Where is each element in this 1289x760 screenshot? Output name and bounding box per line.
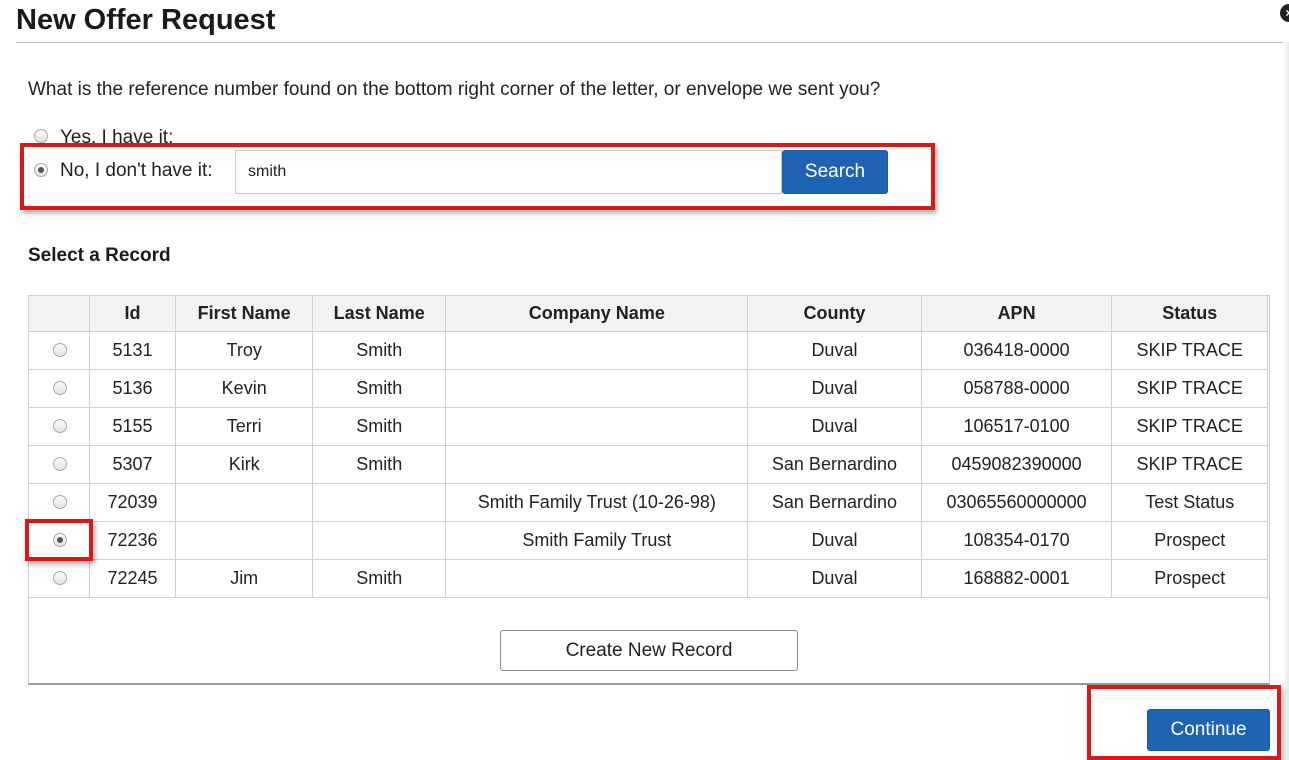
records-table: Id First Name Last Name Company Name Cou… bbox=[28, 295, 1268, 598]
cell-last-name bbox=[311, 483, 447, 522]
cell-first-name: Jim bbox=[175, 559, 313, 598]
cell-county: Duval bbox=[747, 331, 922, 370]
row-select-radio[interactable] bbox=[53, 457, 67, 471]
cell-apn: 058788-0000 bbox=[920, 369, 1113, 408]
cell-last-name: Smith bbox=[311, 445, 447, 484]
cell-last-name bbox=[311, 521, 447, 560]
cell-apn: 108354-0170 bbox=[920, 521, 1113, 560]
row-select-radio[interactable] bbox=[53, 381, 67, 395]
cell-id: 72039 bbox=[88, 483, 177, 522]
cell-id: 72245 bbox=[88, 559, 177, 598]
option-no-label: No, I don't have it: bbox=[60, 160, 213, 181]
cell-status: Prospect bbox=[1111, 521, 1268, 560]
row-select-cell bbox=[28, 559, 90, 598]
cell-last-name: Smith bbox=[311, 331, 447, 370]
table-row[interactable]: 5136 Kevin Smith Duval 058788-0000 SKIP … bbox=[28, 369, 1268, 408]
row-select-cell bbox=[28, 445, 90, 484]
table-row[interactable]: 5307 Kirk Smith San Bernardino 045908239… bbox=[28, 445, 1268, 484]
cell-status: Prospect bbox=[1111, 559, 1268, 598]
section-title: Select a Record bbox=[28, 245, 171, 266]
cell-last-name: Smith bbox=[311, 407, 447, 446]
cell-apn: 168882-0001 bbox=[920, 559, 1113, 598]
cell-company-name: Smith Family Trust (10-26-98) bbox=[445, 483, 749, 522]
cell-apn: 03065560000000 bbox=[920, 483, 1113, 522]
cell-company-name bbox=[445, 559, 749, 598]
row-select-cell bbox=[28, 331, 90, 370]
cell-first-name bbox=[175, 483, 313, 522]
cell-status: SKIP TRACE bbox=[1111, 445, 1268, 484]
column-header-status: Status bbox=[1111, 295, 1268, 332]
column-header-id: Id bbox=[88, 295, 177, 332]
table-row[interactable]: 72245 Jim Smith Duval 168882-0001 Prospe… bbox=[28, 559, 1268, 598]
cell-status: Test Status bbox=[1111, 483, 1268, 522]
cell-first-name: Troy bbox=[175, 331, 313, 370]
cell-id: 5155 bbox=[88, 407, 177, 446]
cell-status: SKIP TRACE bbox=[1111, 369, 1268, 408]
column-header-apn: APN bbox=[920, 295, 1113, 332]
column-header-last-name: Last Name bbox=[311, 295, 447, 332]
cell-apn: 036418-0000 bbox=[920, 331, 1113, 370]
cell-last-name: Smith bbox=[311, 559, 447, 598]
row-select-radio[interactable] bbox=[53, 571, 67, 585]
table-row[interactable]: 72039 Smith Family Trust (10-26-98) San … bbox=[28, 483, 1268, 522]
cell-county: Duval bbox=[747, 407, 922, 446]
table-header-row: Id First Name Last Name Company Name Cou… bbox=[28, 295, 1268, 332]
column-header-company-name: Company Name bbox=[445, 295, 749, 332]
row-select-radio[interactable] bbox=[53, 533, 67, 547]
cell-company-name bbox=[445, 445, 749, 484]
row-select-radio[interactable] bbox=[53, 495, 67, 509]
cell-first-name: Terri bbox=[175, 407, 313, 446]
radio-yes-have-it[interactable] bbox=[34, 129, 48, 143]
row-select-cell bbox=[28, 521, 90, 560]
cell-apn: 0459082390000 bbox=[920, 445, 1113, 484]
row-select-cell bbox=[28, 483, 90, 522]
dialog-edge-shadow bbox=[1283, 42, 1289, 760]
cell-company-name bbox=[445, 369, 749, 408]
column-header-county: County bbox=[747, 295, 922, 332]
column-header-select bbox=[28, 295, 90, 332]
search-input[interactable] bbox=[235, 150, 782, 194]
reference-question: What is the reference number found on th… bbox=[28, 79, 881, 100]
cell-first-name bbox=[175, 521, 313, 560]
cell-county: Duval bbox=[747, 521, 922, 560]
cell-company-name: Smith Family Trust bbox=[445, 521, 749, 560]
title-divider bbox=[16, 42, 1289, 43]
continue-button[interactable]: Continue bbox=[1147, 709, 1270, 751]
create-new-record-button[interactable]: Create New Record bbox=[500, 630, 798, 671]
column-header-first-name: First Name bbox=[175, 295, 313, 332]
table-row[interactable]: 5131 Troy Smith Duval 036418-0000 SKIP T… bbox=[28, 331, 1268, 370]
search-button[interactable]: Search bbox=[782, 150, 888, 194]
cell-id: 5131 bbox=[88, 331, 177, 370]
dialog-title: New Offer Request bbox=[16, 4, 276, 36]
close-icon[interactable]: × bbox=[1280, 4, 1289, 22]
row-select-radio[interactable] bbox=[53, 343, 67, 357]
cell-id: 72236 bbox=[88, 521, 177, 560]
option-yes-label: Yes, I have it: bbox=[60, 127, 174, 144]
cell-status: SKIP TRACE bbox=[1111, 331, 1268, 370]
cell-last-name: Smith bbox=[311, 369, 447, 408]
cell-county: Duval bbox=[747, 369, 922, 408]
cell-status: SKIP TRACE bbox=[1111, 407, 1268, 446]
records-table-container: Id First Name Last Name Company Name Cou… bbox=[28, 295, 1270, 685]
cell-company-name bbox=[445, 331, 749, 370]
row-select-cell bbox=[28, 407, 90, 446]
cell-county: Duval bbox=[747, 559, 922, 598]
cell-county: San Bernardino bbox=[747, 445, 922, 484]
cell-id: 5136 bbox=[88, 369, 177, 408]
cell-company-name bbox=[445, 407, 749, 446]
radio-no-dont-have-it[interactable] bbox=[34, 163, 48, 177]
cell-apn: 106517-0100 bbox=[920, 407, 1113, 446]
cell-county: San Bernardino bbox=[747, 483, 922, 522]
cell-id: 5307 bbox=[88, 445, 177, 484]
row-select-cell bbox=[28, 369, 90, 408]
cell-first-name: Kirk bbox=[175, 445, 313, 484]
row-select-radio[interactable] bbox=[53, 419, 67, 433]
table-row[interactable]: 72236 Smith Family Trust Duval 108354-01… bbox=[28, 521, 1268, 560]
cell-first-name: Kevin bbox=[175, 369, 313, 408]
table-row[interactable]: 5155 Terri Smith Duval 106517-0100 SKIP … bbox=[28, 407, 1268, 446]
